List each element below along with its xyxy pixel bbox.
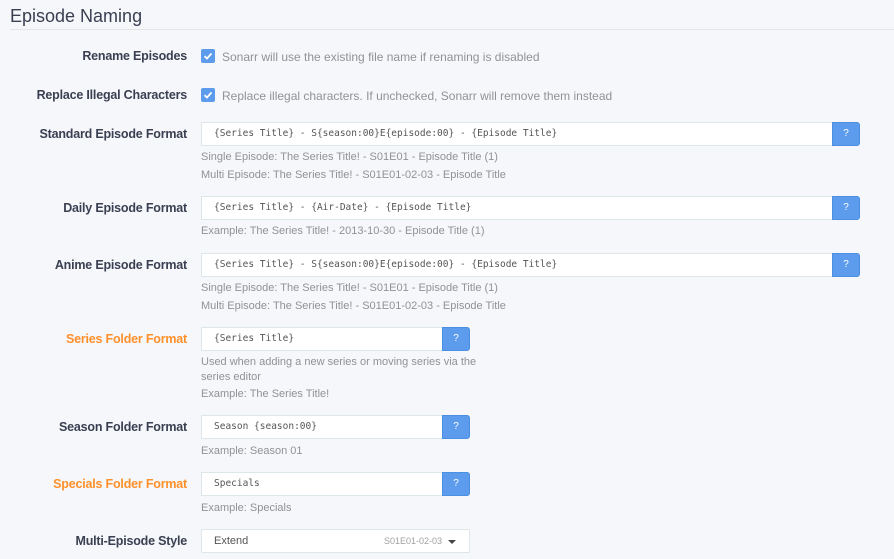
anime-format-label: Anime Episode Format [54,258,187,272]
standard-format-label: Standard Episode Format [39,127,187,141]
rename-episodes-checkbox[interactable] [201,49,215,63]
section-title: Episode Naming [10,6,143,26]
daily-format-help-button[interactable]: ? [832,196,860,220]
daily-format-example: Example: The Series Title! - 2013-10-30 … [201,225,485,237]
specials-folder-example: Example: Specials [201,502,292,514]
anime-format-input[interactable]: {Series Title} - S{season:00}E{episode:0… [201,253,832,277]
replace-illegal-label: Replace Illegal Characters [36,88,188,102]
section-divider [10,29,894,30]
season-folder-label: Season Folder Format [59,420,187,434]
replace-illegal-checkbox[interactable] [201,88,215,102]
season-folder-input[interactable]: Season {season:00} [201,415,442,439]
rename-episodes-label: Rename Episodes [82,49,187,63]
multi-episode-style-label: Multi-Episode Style [75,534,188,548]
chevron-down-icon [448,540,456,544]
episode-naming-section: Episode Naming Rename Episodes Sonarr wi… [0,0,894,559]
anime-format-example-single: Single Episode: The Series Title! - S01E… [201,282,498,294]
season-folder-help-button[interactable]: ? [442,415,470,439]
specials-folder-help-button[interactable]: ? [442,472,470,496]
series-folder-example: Example: The Series Title! [201,388,330,400]
anime-format-help-button[interactable]: ? [832,253,860,277]
specials-folder-label: Specials Folder Format [53,477,187,491]
season-folder-example: Example: Season 01 [201,445,303,457]
rename-episodes-help: Sonarr will use the existing file name i… [222,50,540,64]
series-folder-help-line1: Used when adding a new series or moving … [201,356,477,368]
series-folder-help-line2: series editor [201,371,261,383]
specials-folder-input[interactable]: Specials [201,472,442,496]
replace-illegal-help: Replace illegal characters. If unchecked… [222,89,613,103]
daily-format-label: Daily Episode Format [63,201,187,215]
multi-episode-style-value: Extend [214,535,249,547]
standard-format-input[interactable]: {Series Title} - S{season:00}E{episode:0… [201,122,832,146]
series-folder-label: Series Folder Format [65,332,187,346]
series-folder-help-button[interactable]: ? [442,327,470,351]
check-icon [203,52,213,60]
multi-episode-style-hint: S01E01-02-03 [383,536,442,546]
standard-format-example-single: Single Episode: The Series Title! - S01E… [201,151,498,163]
anime-format-example-multi: Multi Episode: The Series Title! - S01E0… [201,300,506,312]
multi-episode-style-select[interactable]: Extend S01E01-02-03 [201,529,470,553]
series-folder-input[interactable]: {Series Title} [201,327,442,351]
daily-format-input[interactable]: {Series Title} - {Air-Date} - {Episode T… [201,196,832,220]
standard-format-example-multi: Multi Episode: The Series Title! - S01E0… [201,169,506,181]
check-icon [203,91,213,99]
standard-format-help-button[interactable]: ? [832,122,860,146]
